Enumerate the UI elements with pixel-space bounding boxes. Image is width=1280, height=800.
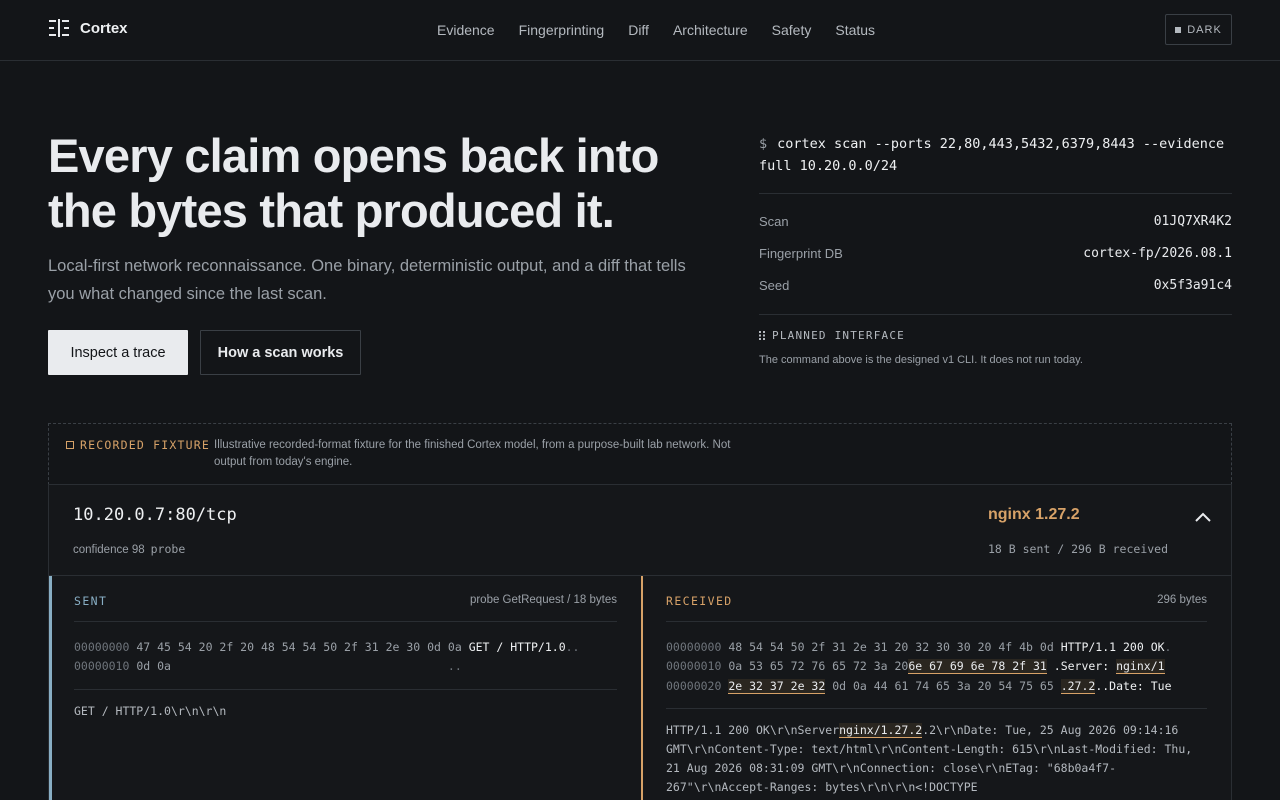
confidence-line: confidence 98 probe [73, 542, 185, 556]
nav-architecture[interactable]: Architecture [673, 22, 748, 38]
highlighted-ascii: .27.2 [1060, 679, 1096, 694]
top-navigation-bar: Cortex Evidence Fingerprinting Diff Arch… [0, 0, 1280, 61]
received-title: RECEIVED [666, 594, 733, 608]
received-pane: RECEIVED 296 bytes 00000000 48 54 54 50 … [641, 576, 1231, 800]
trace-card-header[interactable]: 10.20.0.7:80/tcp confidence 98 probe ngin… [49, 485, 1231, 576]
received-meta: 296 bytes [1157, 594, 1207, 606]
grip-icon [759, 331, 765, 340]
hex-row: 00000010 0a 53 65 72 76 65 72 3a 206e 67… [666, 659, 1165, 674]
sent-pane: SENT probe GetRequest / 18 bytes 0000000… [49, 576, 641, 800]
divider [666, 708, 1207, 709]
fixture-label: RECORDED FIXTURE [66, 438, 210, 452]
command-block: $ cortex scan --ports 22,80,443,5432,6379… [759, 133, 1232, 177]
inspect-trace-button[interactable]: Inspect a trace [48, 330, 188, 375]
fixture-label-text: RECORDED FIXTURE [80, 438, 210, 452]
highlighted-bytes: 2e 32 37 2e 32 [728, 679, 826, 694]
bytes-summary: 18 B sent / 296 B received [988, 542, 1169, 556]
received-raw-text: HTTP/1.1 200 OK\r\nServernginx/1.27.2.2\… [666, 723, 1193, 800]
hero-title: Every claim opens back into the bytes th… [48, 129, 659, 237]
highlighted-raw: nginx/1.27.2 [839, 723, 923, 738]
sent-title: SENT [74, 594, 108, 608]
hero-subtitle: Local-first network reconnaissance. One … [48, 257, 686, 303]
hex-row: 00000010 0d 0a .. [74, 659, 462, 673]
planned-interface-text: PLANNED INTERFACE [772, 329, 905, 342]
main-nav: Evidence Fingerprinting Diff Architectur… [437, 22, 875, 38]
hex-row: 00000000 47 45 54 20 2f 20 48 54 54 50 2… [74, 640, 580, 654]
meta-value: cortex-fp/2026.08.1 [1083, 246, 1232, 261]
hex-row: 00000000 48 54 54 50 2f 31 2e 31 20 32 3… [666, 640, 1172, 654]
nav-fingerprinting[interactable]: Fingerprinting [519, 22, 605, 38]
fixture-description: Illustrative recorded-format fixture for… [214, 439, 731, 468]
trace-card: 10.20.0.7:80/tcp confidence 98 probe ngin… [48, 484, 1232, 800]
nav-diff[interactable]: Diff [628, 22, 649, 38]
meta-row-scan: Scan 01JQ7XR4K2 [759, 214, 1232, 229]
nav-evidence[interactable]: Evidence [437, 22, 495, 38]
command-text: cortex scan --ports 22,80,443,5432,6379,… [759, 136, 1225, 174]
planned-interface-label: PLANNED INTERFACE [759, 329, 905, 342]
confidence-score: confidence 98 [73, 544, 145, 556]
planned-interface-note: The command above is the designed v1 CLI… [759, 354, 1083, 366]
meta-row-seed: Seed 0x5f3a91c4 [759, 278, 1232, 293]
fixture-square-icon [66, 441, 74, 449]
nav-status[interactable]: Status [835, 22, 875, 38]
meta-key: Seed [759, 278, 790, 293]
brand-logo-link[interactable]: Cortex [48, 18, 128, 38]
theme-toggle-button[interactable]: DARK [1165, 14, 1232, 45]
service-identification: nginx 1.27.2 [988, 506, 1080, 523]
chevron-up-icon[interactable] [1193, 507, 1213, 527]
nav-safety[interactable]: Safety [772, 22, 812, 38]
meta-row-fingerprint-db: Fingerprint DB cortex-fp/2026.08.1 [759, 246, 1232, 261]
divider [666, 621, 1207, 622]
recorded-fixture-banner: RECORDED FIXTURE Illustrative recorded-f… [48, 423, 1232, 485]
meta-value: 0x5f3a91c4 [1153, 278, 1232, 293]
divider [759, 314, 1232, 315]
theme-toggle-label: DARK [1187, 23, 1222, 36]
divider [74, 621, 617, 622]
meta-value: 01JQ7XR4K2 [1153, 214, 1232, 229]
divider [759, 193, 1232, 194]
square-icon [1175, 26, 1182, 33]
divider [74, 689, 617, 690]
hex-row: 00000020 2e 32 37 2e 32 0d 0a 44 61 74 6… [666, 679, 1172, 694]
highlighted-ascii: nginx/1 [1116, 659, 1165, 674]
brand-name: Cortex [80, 19, 128, 37]
how-scan-works-button[interactable]: How a scan works [200, 330, 361, 375]
shell-prompt: $ [759, 136, 768, 152]
meta-key: Fingerprint DB [759, 246, 843, 261]
meta-key: Scan [759, 214, 789, 229]
detection-method: probe [150, 542, 186, 556]
cortex-logo-icon [49, 19, 69, 37]
sent-raw-text: GET / HTTP/1.0\r\n\r\n [74, 704, 227, 718]
sent-meta: probe GetRequest / 18 bytes [469, 594, 617, 606]
highlighted-bytes: 6e 67 69 6e 78 2f 31 [908, 659, 1047, 674]
endpoint-address: 10.20.0.7:80/tcp [73, 505, 237, 525]
